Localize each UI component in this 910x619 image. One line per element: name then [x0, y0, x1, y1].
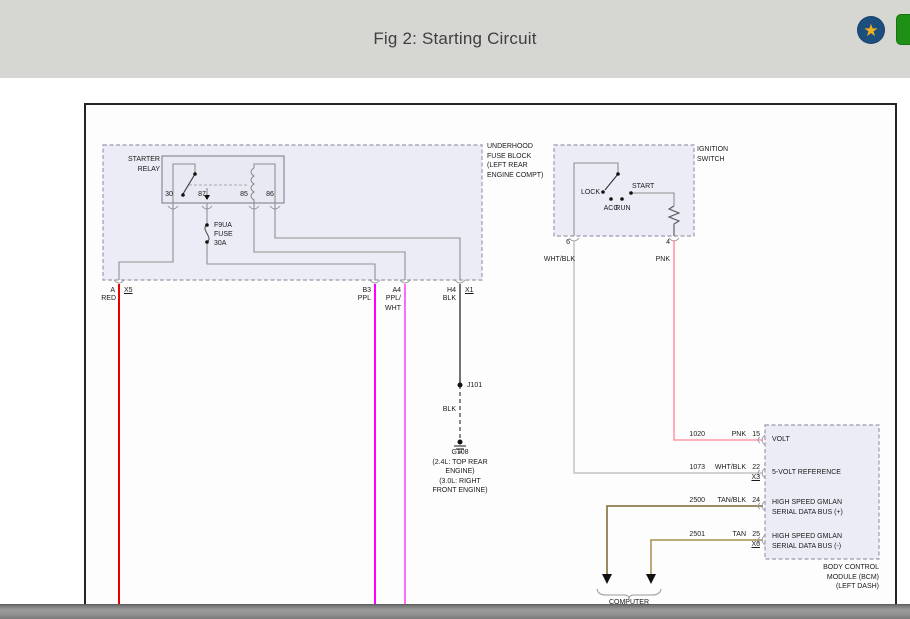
label-ground-g108: G108 (2.4L: TOP REAR ENGINE) (3.0L: RIGH…: [432, 449, 488, 494]
label-relay-pin-30: 30: [165, 191, 173, 198]
label-circuit-2500-color: TAN/BLK: [717, 497, 746, 504]
label-circuit-1020-color: PNK: [731, 431, 746, 438]
header-bar: Fig 2: Starting Circuit ★: [0, 0, 910, 78]
label-bcm-conn-x6: X6: [751, 541, 760, 548]
label-wire-blk-2: BLK: [442, 406, 456, 413]
label-bcm-conn-x3: X3: [751, 474, 760, 481]
label-circuit-1073: 1073: [689, 464, 705, 471]
star-icon: ★: [863, 20, 879, 40]
label-circuit-2500: 2500: [689, 497, 705, 504]
green-button[interactable]: [896, 14, 910, 45]
label-relay-pin-86: 86: [266, 191, 274, 198]
label-wire-ppl-wht: PPL/ WHT: [385, 295, 401, 312]
figure-title: Fig 2: Starting Circuit: [373, 29, 537, 48]
bottom-scrollbar[interactable]: [0, 604, 910, 619]
label-relay-pin-85: 85: [240, 191, 248, 198]
label-wire-wht-blk: WHT/BLK: [543, 256, 575, 263]
label-ign-pin-6: 6: [566, 239, 570, 246]
label-bcm-title: BODY CONTROL MODULE (BCM) (LEFT DASH): [823, 564, 879, 590]
label-splice-j101: J101: [467, 382, 483, 389]
label-pos-run: RUN: [615, 205, 631, 212]
label-bcm-gmlan-minus: HIGH SPEED GMLAN SERIAL DATA BUS (-): [772, 533, 843, 550]
label-circuit-1073-color: WHT/BLK: [714, 464, 746, 471]
label-wire-red: RED: [101, 295, 116, 302]
label-pos-start: START: [632, 183, 655, 190]
label-bcm-volt: VOLT: [772, 436, 790, 443]
label-bcm-pin-24: 24: [752, 497, 760, 504]
label-circuit-2501-color: TAN: [732, 531, 746, 538]
label-ignition-switch: IGNITION SWITCH: [697, 146, 729, 163]
label-underhood-fuse-block: UNDERHOOD FUSE BLOCK (LEFT REAR ENGINE C…: [487, 143, 544, 179]
label-pos-lock: LOCK: [580, 189, 600, 196]
label-starter-relay: STARTER RELAY: [127, 156, 160, 173]
label-conn-x5: X5: [124, 287, 133, 294]
label-circuit-1020: 1020: [689, 431, 705, 438]
label-circuit-2501: 2501: [689, 531, 705, 538]
label-bcm-pin-22: 22: [752, 464, 760, 471]
label-bcm-5v-ref: 5-VOLT REFERENCE: [772, 469, 841, 476]
diagram-labels: UNDERHOOD FUSE BLOCK (LEFT REAR ENGINE C…: [86, 105, 895, 617]
label-relay-pin-87: 87: [198, 191, 206, 198]
label-bcm-pin-15: 15: [752, 431, 760, 438]
label-ign-pin-4: 4: [666, 239, 670, 246]
favorite-star-icon[interactable]: ★: [857, 16, 885, 44]
label-fuse-rating: 30A: [214, 240, 227, 247]
label-wire-ppl: PPL: [357, 295, 371, 302]
label-wire-pnk: PNK: [655, 256, 670, 263]
label-wire-blk: BLK: [442, 295, 456, 302]
diagram-canvas: UNDERHOOD FUSE BLOCK (LEFT REAR ENGINE C…: [84, 103, 897, 619]
label-bcm-gmlan-plus: HIGH SPEED GMLAN SERIAL DATA BUS (+): [772, 499, 843, 516]
label-bcm-pin-25: 25: [752, 531, 760, 538]
label-conn-x1: X1: [465, 287, 474, 294]
